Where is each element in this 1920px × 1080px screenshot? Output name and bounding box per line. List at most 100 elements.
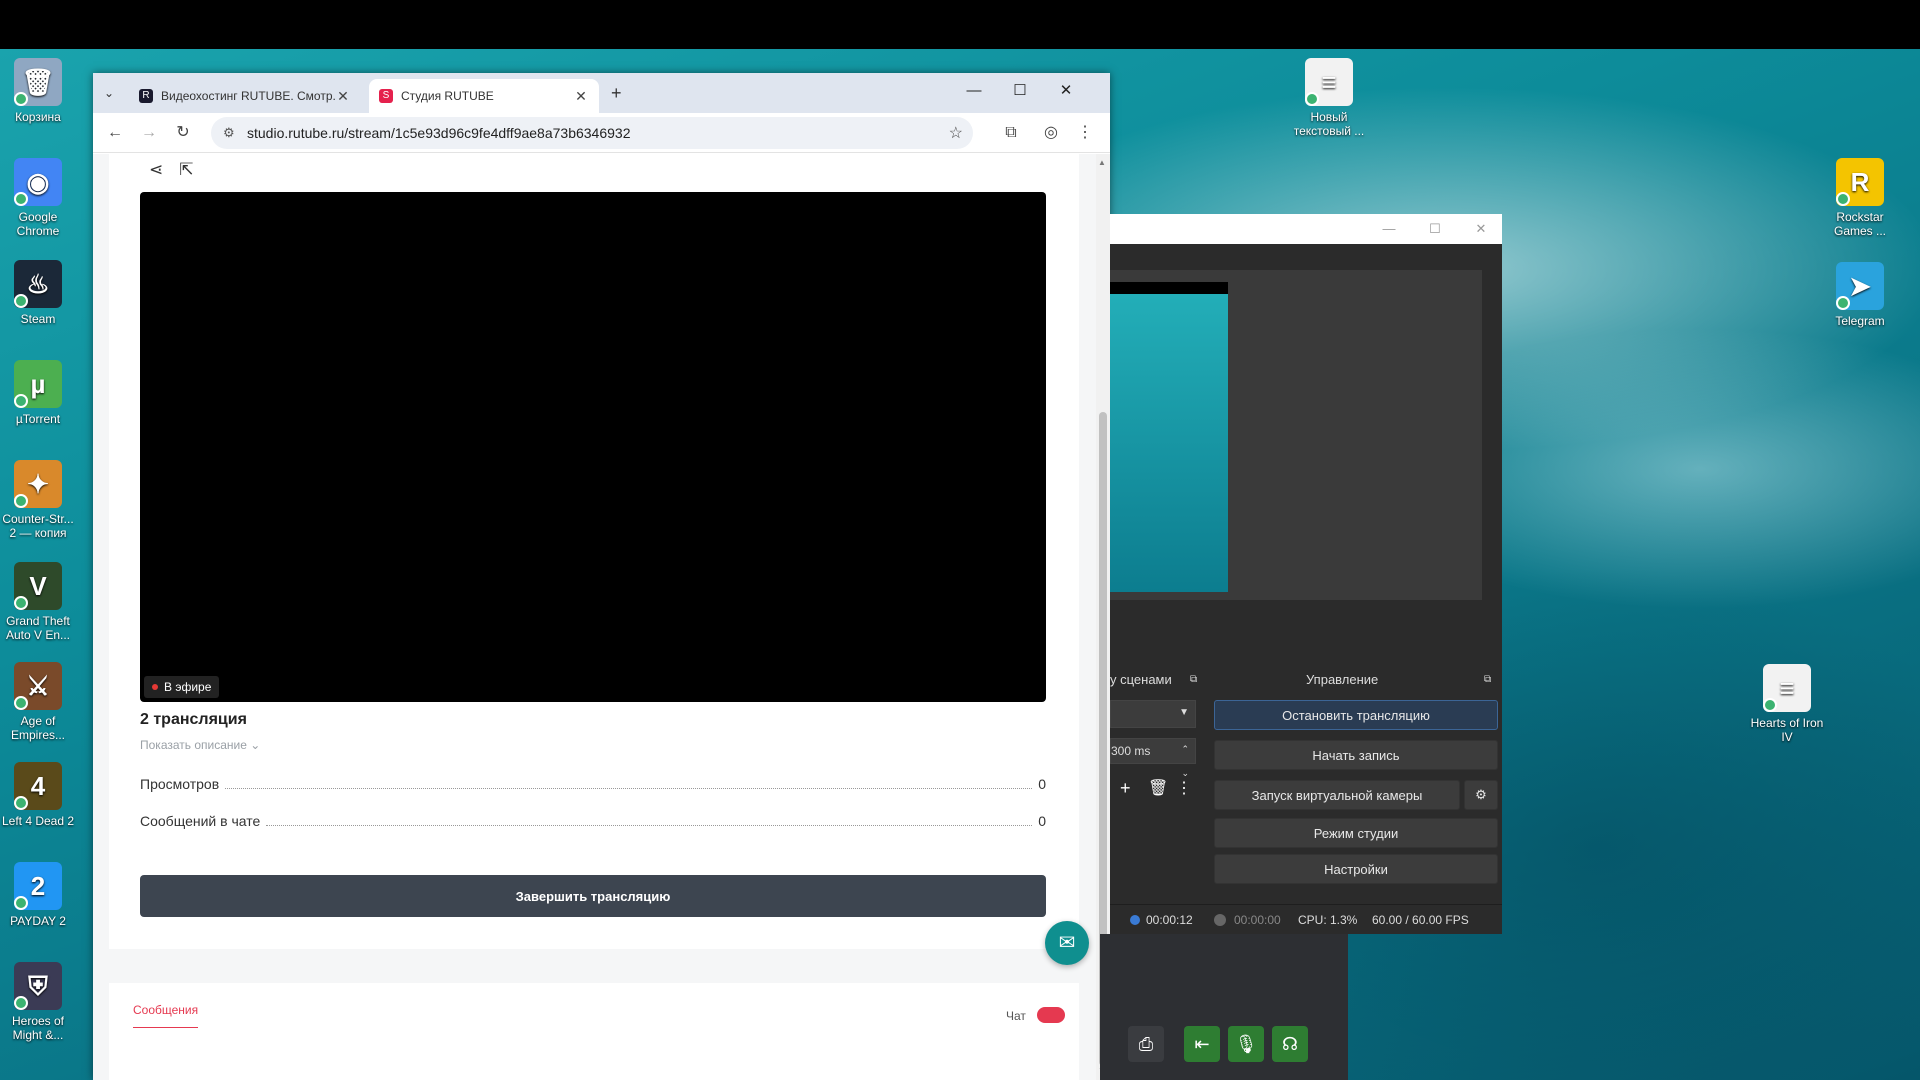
external-link-icon[interactable]: ⇱	[179, 160, 193, 180]
sync-check-icon	[14, 394, 28, 408]
back-arrow-icon[interactable]: ←	[103, 121, 127, 145]
video-player[interactable]: В эфире	[140, 192, 1046, 702]
close-window-icon[interactable]: ✕	[1458, 214, 1504, 244]
start-virtual-camera-button[interactable]: Запуск виртуальной камеры	[1214, 780, 1460, 810]
maximize-icon[interactable]: ☐	[1412, 214, 1458, 244]
sync-check-icon	[14, 494, 28, 508]
reload-icon[interactable]: ↻	[171, 121, 195, 145]
add-plus-icon[interactable]: +	[1120, 778, 1131, 799]
live-dot-icon	[152, 684, 158, 690]
microphone-icon[interactable]: 🎙	[1228, 1026, 1264, 1062]
live-label: В эфире	[164, 680, 212, 694]
close-tab-icon[interactable]: ✕	[335, 88, 351, 105]
undock-icon[interactable]: ⧉	[1484, 668, 1491, 692]
undock-icon[interactable]: ⧉	[1190, 668, 1204, 692]
trash-icon[interactable]: 🗑	[1148, 778, 1168, 798]
desktop-icon[interactable]: ◉ Google Chrome	[0, 158, 76, 238]
live-badge: В эфире	[144, 676, 220, 698]
end-stream-button[interactable]: Завершить трансляцию	[140, 875, 1046, 917]
record-status-icon	[1214, 914, 1226, 926]
tab-rutube-video[interactable]: R Видеохостинг RUTUBE. Смотр... ✕	[129, 79, 361, 113]
share-icon[interactable]: ⋖	[149, 160, 163, 180]
sync-check-icon	[1836, 296, 1850, 310]
studio-mode-button[interactable]: Режим студии	[1214, 818, 1498, 848]
tab-search-chevron-icon[interactable]: ⌄	[99, 83, 119, 103]
app-icon: 🗑	[14, 58, 62, 106]
bookmark-star-icon[interactable]: ☆	[949, 123, 963, 143]
sync-check-icon	[14, 996, 28, 1010]
desktop-icon[interactable]: µ µTorrent	[0, 360, 76, 426]
show-description-link[interactable]: Показать описание ⌄	[140, 738, 260, 752]
desktop-icon[interactable]: V Grand Theft Auto V En...	[0, 562, 76, 642]
stat-value: 0	[1038, 776, 1046, 792]
desktop-icon-label: Left 4 Dead 2	[1, 814, 75, 828]
stat-value: 0	[1038, 813, 1046, 829]
app-icon: ♨	[14, 260, 62, 308]
chat-toggle[interactable]	[1037, 1007, 1065, 1023]
stream-time: 00:00:12	[1146, 913, 1193, 927]
sync-check-icon	[1763, 698, 1777, 712]
stat-views: Просмотров 0	[140, 776, 1046, 792]
scroll-up-icon[interactable]: ▲	[1098, 158, 1106, 167]
desktop-icon-label: µTorrent	[15, 412, 61, 426]
desktop-icon-label: PAYDAY 2	[10, 914, 66, 928]
new-tab-plus-icon[interactable]: +	[611, 83, 622, 104]
desktop-icon-label: Google Chrome	[16, 210, 60, 238]
extensions-puzzle-icon[interactable]: ⧉	[999, 121, 1023, 145]
close-window-icon[interactable]: ✕	[1043, 73, 1089, 109]
minimize-icon[interactable]: —	[951, 73, 997, 109]
close-tab-icon[interactable]: ✕	[573, 88, 589, 105]
leave-voice-icon[interactable]: ⇤	[1184, 1026, 1220, 1062]
duration-spinbox[interactable]: 300 ms ⌃ ⌄	[1110, 738, 1196, 778]
kebab-menu-icon[interactable]: ⋮	[1073, 121, 1097, 145]
stream-title: 2 трансляция	[140, 711, 247, 728]
cpu-usage: CPU: 1.3%	[1298, 913, 1358, 927]
desktop-icon[interactable]: ⛨ Heroes of Might &...	[0, 962, 76, 1042]
tab-strip: ⌄ R Видеохостинг RUTUBE. Смотр... ✕ S Ст…	[93, 73, 1110, 113]
minimize-icon[interactable]: —	[1366, 214, 1412, 244]
tab-messages[interactable]: Сообщения	[133, 1003, 199, 1028]
desktop-icon[interactable]: ≡ Новый текстовый ...	[1291, 58, 1367, 138]
app-icon: V	[14, 562, 62, 610]
desktop-icon[interactable]: ♨ Steam	[0, 260, 76, 326]
desktop-icon[interactable]: 🗑 Корзина	[0, 58, 76, 124]
browser-toolbar: ← → ↻ ⚙ studio.rutube.ru/stream/1c5e93d9…	[93, 113, 1110, 153]
maximize-icon[interactable]: ☐	[997, 73, 1043, 109]
desktop-icon[interactable]: ✦ Counter-Str... 2 — копия	[0, 460, 76, 540]
start-recording-button[interactable]: Начать запись	[1214, 740, 1498, 770]
desktop-icon[interactable]: ⚔ Age of Empires...	[0, 662, 76, 742]
desktop-icon-label: Grand Theft Auto V En...	[5, 614, 71, 642]
stop-stream-button[interactable]: Остановить трансляцию	[1214, 700, 1498, 730]
sync-check-icon	[14, 192, 28, 206]
desktop-icon-label: Age of Empires...	[10, 714, 65, 742]
virtual-camera-settings-gear-icon[interactable]: ⚙	[1464, 780, 1498, 810]
transition-select[interactable]: ▼	[1110, 700, 1196, 728]
settings-button[interactable]: Настройки	[1214, 854, 1498, 884]
app-icon: µ	[14, 360, 62, 408]
app-icon: R	[1836, 158, 1884, 206]
desktop-icon[interactable]: 2 PAYDAY 2	[0, 862, 76, 928]
site-settings-icon[interactable]: ⚙	[223, 125, 235, 141]
forward-arrow-icon[interactable]: →	[137, 121, 161, 145]
app-icon: 2	[14, 862, 62, 910]
attach-icon[interactable]: ⎙	[1128, 1026, 1164, 1062]
app-icon: 4	[14, 762, 62, 810]
desktop-icon-label: Новый текстовый ...	[1293, 110, 1365, 138]
desktop-icon[interactable]: ➤ Telegram	[1822, 262, 1898, 328]
desktop-icon[interactable]: ≡ Hearts of Iron IV	[1749, 664, 1825, 744]
app-icon: ≡	[1305, 58, 1353, 106]
address-bar[interactable]: ⚙ studio.rutube.ru/stream/1c5e93d96c9fe4…	[211, 117, 973, 149]
chevron-down-icon: ▼	[1179, 707, 1189, 718]
headphones-icon[interactable]: ☊	[1272, 1026, 1308, 1062]
desktop-icon[interactable]: 4 Left 4 Dead 2	[0, 762, 76, 828]
desktop-icon-label: Heroes of Might &...	[11, 1014, 65, 1042]
profile-icon[interactable]: ◎	[1039, 121, 1063, 145]
more-vertical-icon[interactable]: ⋮	[1176, 778, 1192, 798]
desktop-icon[interactable]: R Rockstar Games ...	[1822, 158, 1898, 238]
top-black-bar	[0, 0, 1920, 49]
support-chat-icon[interactable]: ✉	[1045, 921, 1089, 965]
app-icon: ⛨	[14, 962, 62, 1010]
desktop-icon-label: Корзина	[15, 110, 61, 124]
tab-rutube-studio[interactable]: S Студия RUTUBE ✕	[369, 79, 599, 113]
stream-card: ⋖ ⇱ В эфире 2 трансляция Показать описан…	[109, 154, 1079, 949]
